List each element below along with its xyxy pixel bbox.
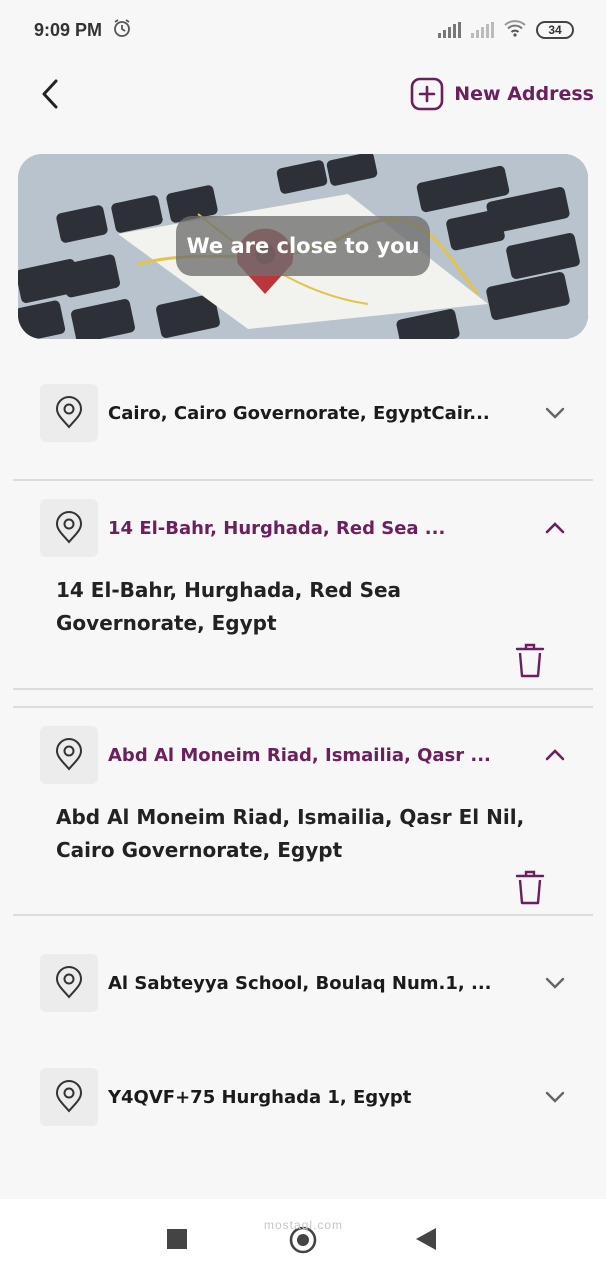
address-title: Abd Al Moneim Riad, Ismailia, Qasr ... xyxy=(108,744,491,766)
status-left: 9:09 PM xyxy=(34,18,132,43)
header: New Address xyxy=(0,66,606,122)
delete-button[interactable] xyxy=(512,641,548,681)
address-title: Cairo, Cairo Governorate, EgyptCair... xyxy=(108,402,490,424)
signal-icon xyxy=(438,22,461,38)
address-title: Y4QVF+75 Hurghada 1, Egypt xyxy=(108,1086,412,1108)
location-pin-icon xyxy=(40,384,98,442)
address-header[interactable]: Abd Al Moneim Riad, Ismailia, Qasr ... xyxy=(40,726,570,784)
battery-icon: 34 xyxy=(536,21,574,39)
divider xyxy=(13,706,593,708)
wifi-icon xyxy=(504,19,526,42)
location-pin-icon xyxy=(40,499,98,557)
location-pin-icon xyxy=(40,726,98,784)
nav-back-icon[interactable] xyxy=(416,1228,436,1254)
chevron-down-icon[interactable] xyxy=(540,1082,570,1112)
chevron-up-icon[interactable] xyxy=(540,740,570,770)
new-address-label: New Address xyxy=(454,83,594,105)
divider xyxy=(13,688,593,690)
location-pin-icon xyxy=(40,1068,98,1126)
trash-icon xyxy=(515,643,545,678)
chevron-up-icon[interactable] xyxy=(540,513,570,543)
plus-square-icon xyxy=(410,77,444,111)
battery-level: 34 xyxy=(548,23,562,37)
divider xyxy=(13,914,593,916)
signal-icon-secondary xyxy=(471,22,494,38)
back-arrow-icon xyxy=(42,79,58,109)
chevron-down-icon[interactable] xyxy=(540,968,570,998)
address-title: 14 El-Bahr, Hurghada, Red Sea ... xyxy=(108,517,446,539)
delete-button[interactable] xyxy=(512,868,548,908)
system-nav-bar xyxy=(0,1199,606,1280)
divider xyxy=(13,479,593,481)
address-header[interactable]: Cairo, Cairo Governorate, EgyptCair... xyxy=(40,384,570,442)
status-right: 34 xyxy=(438,19,574,42)
address-item: Y4QVF+75 Hurghada 1, Egypt xyxy=(0,1068,606,1128)
address-item: Al Sabteyya School, Boulaq Num.1, ... xyxy=(0,954,606,1014)
trash-icon xyxy=(515,870,545,905)
new-address-button[interactable]: New Address xyxy=(410,77,594,111)
status-time: 9:09 PM xyxy=(34,19,103,40)
address-full-text: 14 El-Bahr, Hurghada, Red Sea Governorat… xyxy=(56,578,402,635)
address-item: Cairo, Cairo Governorate, EgyptCair... xyxy=(0,384,606,474)
address-header[interactable]: Y4QVF+75 Hurghada 1, Egypt xyxy=(40,1068,570,1126)
back-button[interactable] xyxy=(30,74,70,114)
banner-caption: We are close to you xyxy=(176,216,430,276)
address-full-text: Abd Al Moneim Riad, Ismailia, Qasr El Ni… xyxy=(56,805,525,862)
address-title: Al Sabteyya School, Boulaq Num.1, ... xyxy=(108,972,492,994)
status-bar: 9:09 PM 34 xyxy=(0,0,606,60)
address-header[interactable]: Al Sabteyya School, Boulaq Num.1, ... xyxy=(40,954,570,1012)
watermark: mostaql.com xyxy=(264,1218,344,1232)
address-item: 14 El-Bahr, Hurghada, Red Sea ... 14 El-… xyxy=(0,499,606,689)
address-item: Abd Al Moneim Riad, Ismailia, Qasr ... A… xyxy=(0,726,606,916)
banner: We are close to you xyxy=(18,154,588,339)
nav-recents-icon[interactable] xyxy=(167,1229,187,1253)
alarm-icon xyxy=(112,18,132,43)
chevron-down-icon[interactable] xyxy=(540,398,570,428)
address-header[interactable]: 14 El-Bahr, Hurghada, Red Sea ... xyxy=(40,499,570,557)
location-pin-icon xyxy=(40,954,98,1012)
